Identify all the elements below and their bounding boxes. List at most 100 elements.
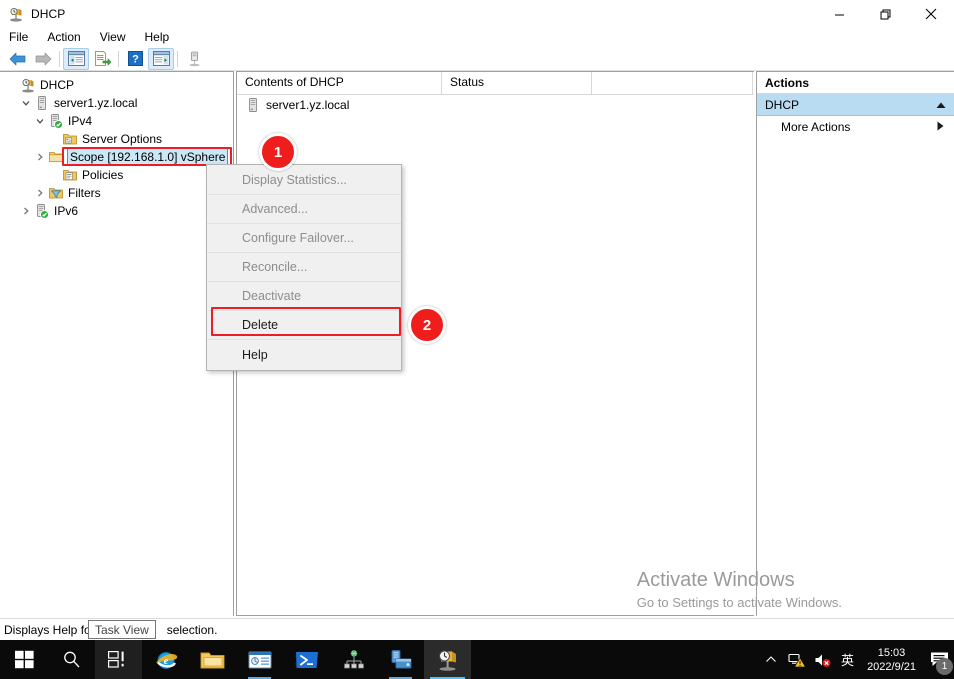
tree-node-label: Policies (82, 168, 124, 182)
status-text-after: selection. (166, 622, 218, 637)
twisty-placeholder (4, 77, 20, 93)
dhcp-icon (8, 6, 24, 22)
toolbar-separator (177, 50, 178, 67)
toolbar-separator (59, 50, 60, 67)
menu-view[interactable]: View (91, 29, 135, 46)
tree-node-label: IPv4 (68, 114, 93, 128)
tree-node-label: server1.yz.local (54, 96, 138, 110)
server-ok-icon (48, 113, 64, 129)
column-header-status[interactable]: Status (442, 72, 592, 95)
language-indicator[interactable]: 英 (836, 650, 859, 669)
context-menu-item-configure-failover[interactable]: Configure Failover... (207, 224, 401, 253)
tree-node-ipv6[interactable]: IPv6 (4, 202, 233, 220)
notification-center-button[interactable]: 1 (924, 640, 954, 679)
close-button[interactable] (908, 0, 954, 28)
clock-time: 15:03 (877, 646, 906, 659)
window-title: DHCP (31, 7, 66, 21)
action-more-actions[interactable]: More Actions (757, 116, 954, 138)
back-button[interactable] (4, 48, 30, 70)
menu-file[interactable]: File (0, 29, 37, 46)
server-manager-button[interactable] (236, 640, 283, 679)
menu-action[interactable]: Action (38, 29, 89, 46)
context-menu-item-display-statistics[interactable]: Display Statistics... (207, 166, 401, 195)
context-menu-item-deactivate[interactable]: Deactivate (207, 282, 401, 311)
chevron-right-icon[interactable] (32, 185, 48, 201)
actions-pane: Actions DHCP More Actions (756, 71, 954, 616)
folder-icon (48, 149, 64, 165)
console-tree-pane[interactable]: DHCP server1.yz.local IPv4 Server Option… (0, 71, 234, 616)
active-directory-button[interactable] (330, 640, 377, 679)
tree-node-filters[interactable]: Filters (4, 184, 233, 202)
context-menu-item-reconcile[interactable]: Reconcile... (207, 253, 401, 282)
volume-muted-icon[interactable] (810, 640, 836, 679)
context-menu-item-delete[interactable]: Delete (207, 311, 401, 340)
tree-node-scope[interactable]: Scope [192.168.1.0] vSphere (4, 148, 233, 166)
clock[interactable]: 15:03 2022/9/21 (859, 640, 924, 679)
show-hide-console-tree-button[interactable] (63, 47, 89, 70)
tree-node-server[interactable]: server1.yz.local (4, 94, 233, 112)
notification-count-badge: 1 (936, 658, 953, 675)
server-button[interactable] (181, 48, 207, 70)
tree-node-label: Filters (68, 186, 101, 200)
forward-button[interactable] (30, 48, 56, 70)
list-row-server[interactable]: server1.yz.local (237, 95, 754, 115)
options-folder-icon (62, 131, 78, 147)
tree-node-policies[interactable]: Policies (4, 166, 233, 184)
restore-button[interactable] (862, 0, 908, 28)
tree-node-server-options[interactable]: Server Options (4, 130, 233, 148)
actions-section-label: DHCP (765, 97, 800, 112)
export-list-button[interactable] (89, 48, 115, 70)
tree-node-dhcp[interactable]: DHCP (4, 76, 233, 94)
chevron-up-icon[interactable] (936, 98, 946, 112)
status-text-before: Displays Help fo (4, 622, 91, 637)
chevron-down-icon[interactable] (32, 113, 48, 129)
twisty-placeholder (46, 167, 62, 183)
task-view-tooltip: Task View (88, 620, 156, 639)
actions-section-dhcp[interactable]: DHCP (757, 94, 954, 116)
annotation-badge-1: 1 (259, 133, 297, 171)
server-ok-icon (34, 203, 50, 219)
tree-node-label: Scope [192.168.1.0] vSphere (66, 148, 229, 166)
actions-pane-header: Actions (757, 72, 954, 94)
filter-icon (48, 185, 64, 201)
start-button[interactable] (0, 640, 48, 679)
minimize-button[interactable] (816, 0, 862, 28)
task-view-button[interactable] (95, 640, 142, 679)
tree-node-ipv4[interactable]: IPv4 (4, 112, 233, 130)
file-explorer-button[interactable] (189, 640, 236, 679)
svg-text:?: ? (132, 54, 139, 66)
powershell-button[interactable] (283, 640, 330, 679)
menu-help[interactable]: Help (136, 29, 179, 46)
action-label: More Actions (781, 120, 851, 134)
menu-bar: File Action View Help (0, 28, 954, 47)
internet-explorer-button[interactable]: e (142, 640, 189, 679)
system-tray: 英 15:03 2022/9/21 1 (758, 640, 954, 679)
column-header-extra[interactable] (592, 72, 753, 95)
dhcp-console-window: DHCP File Action View Help ? DHCP server… (0, 0, 954, 679)
scope-context-menu[interactable]: Display Statistics... Advanced... Config… (206, 164, 402, 371)
chevron-up-icon[interactable] (758, 640, 784, 679)
chevron-down-icon[interactable] (18, 95, 34, 111)
server-icon (34, 95, 50, 111)
svg-text:e: e (163, 656, 168, 667)
search-button[interactable] (48, 640, 95, 679)
tree-node-label: DHCP (40, 78, 75, 92)
context-menu-item-help[interactable]: Help (207, 340, 401, 369)
network-warning-icon[interactable] (784, 640, 810, 679)
dhcp-tree: DHCP server1.yz.local IPv4 Server Option… (0, 72, 233, 220)
chevron-right-icon (937, 120, 944, 134)
dns-manager-button[interactable] (377, 640, 424, 679)
show-hide-action-pane-button[interactable] (148, 47, 174, 70)
help-button[interactable]: ? (122, 48, 148, 70)
chevron-right-icon[interactable] (32, 149, 48, 165)
server-icon (245, 97, 261, 113)
column-header-contents[interactable]: Contents of DHCP (237, 72, 442, 95)
toolbar: ? (0, 47, 954, 71)
toolbar-separator (118, 50, 119, 67)
dhcp-button[interactable] (424, 640, 471, 679)
chevron-right-icon[interactable] (18, 203, 34, 219)
clock-date: 2022/9/21 (867, 660, 916, 673)
list-header: Contents of DHCP Status (237, 72, 754, 95)
context-menu-item-advanced[interactable]: Advanced... (207, 195, 401, 224)
dhcp-icon (20, 77, 36, 93)
